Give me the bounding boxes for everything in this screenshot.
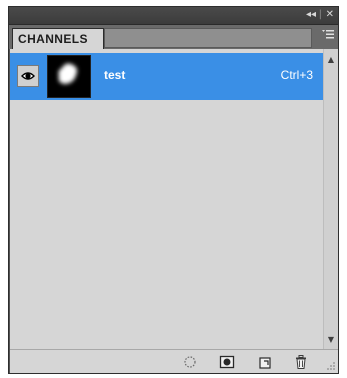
- visibility-toggle[interactable]: [17, 65, 39, 87]
- panel-menu-icon[interactable]: [316, 29, 334, 45]
- channel-name: test: [104, 68, 126, 82]
- titlebar-divider: |: [318, 9, 322, 20]
- vertical-scrollbar[interactable]: ▲ ▼: [323, 49, 338, 349]
- channel-thumbnail: [47, 55, 91, 98]
- collapse-panel-icon[interactable]: ◂◂: [306, 8, 316, 22]
- tab-bar: CHANNELS: [9, 25, 338, 50]
- panel-footer: [10, 349, 338, 373]
- resize-grip-icon[interactable]: [326, 361, 336, 371]
- load-channel-as-selection-icon[interactable]: [182, 354, 198, 370]
- tab-bar-fill: [104, 28, 312, 48]
- delete-channel-icon[interactable]: [293, 354, 309, 370]
- scroll-up-arrow-icon[interactable]: ▲: [326, 55, 336, 65]
- channel-shortcut: Ctrl+3: [280, 68, 313, 82]
- panel-titlebar: ◂◂ | ✕: [9, 7, 338, 25]
- close-icon[interactable]: ✕: [326, 8, 334, 22]
- channels-panel: ◂◂ | ✕ CHANNELS test Ctrl+3 ▲ ▼: [8, 6, 339, 374]
- tab-channels[interactable]: CHANNELS: [12, 28, 104, 50]
- channel-list: test Ctrl+3: [10, 49, 323, 349]
- eye-icon: [21, 72, 35, 80]
- save-selection-as-channel-icon[interactable]: [219, 354, 235, 370]
- channel-row-test[interactable]: test Ctrl+3: [10, 53, 323, 100]
- new-channel-icon[interactable]: [257, 354, 273, 370]
- scroll-down-arrow-icon[interactable]: ▼: [326, 335, 336, 345]
